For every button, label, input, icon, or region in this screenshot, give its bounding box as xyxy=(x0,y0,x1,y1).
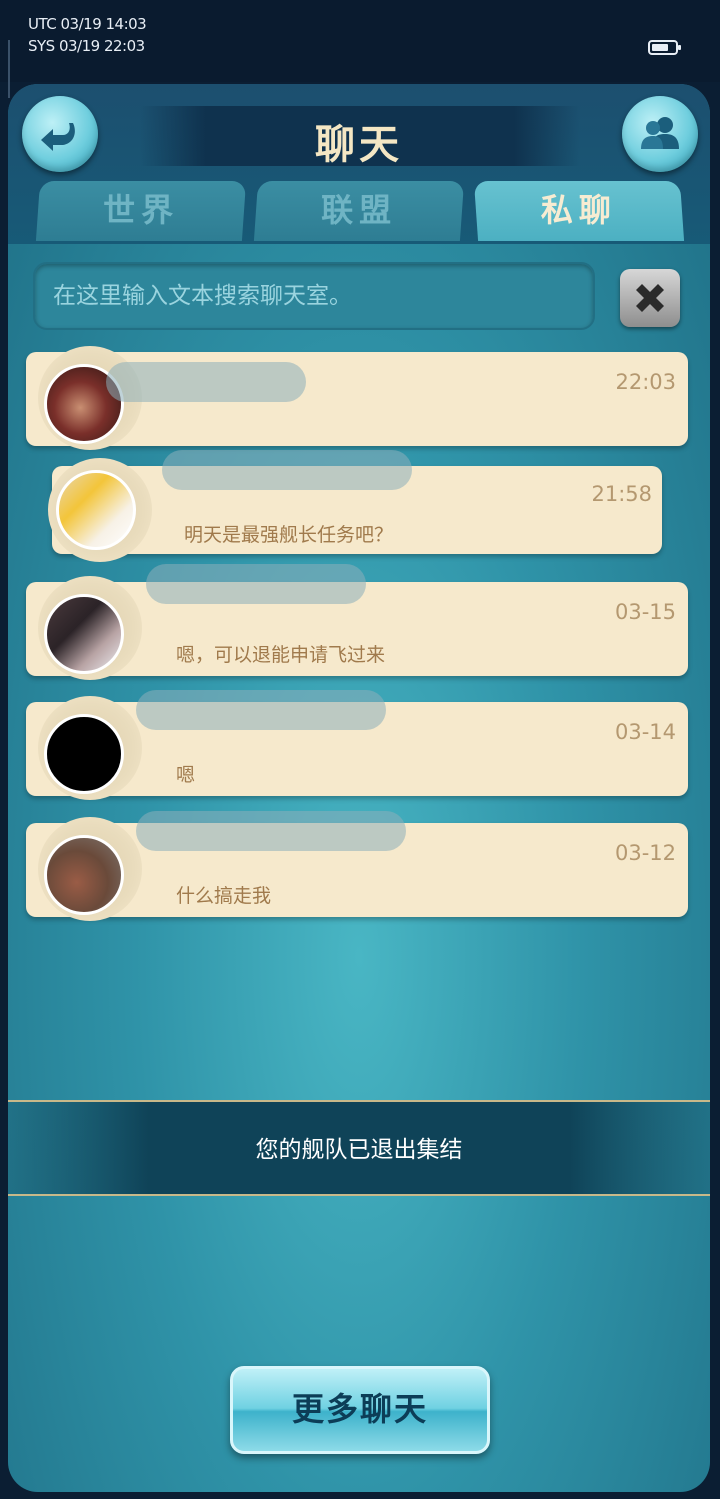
more-chats-button[interactable]: 更多聊天 xyxy=(230,1366,490,1454)
page-title: 聊天 xyxy=(315,122,403,168)
tab-alliance-label: 联盟 xyxy=(321,191,398,229)
chat-item[interactable]: 21:58 明天是最强舰长任务吧？ xyxy=(48,450,662,562)
tab-world[interactable]: 世界 xyxy=(35,181,247,241)
chat-time: 22:03 xyxy=(615,370,676,394)
redacted-name xyxy=(136,811,406,851)
friends-button[interactable] xyxy=(622,96,698,172)
tab-alliance[interactable]: 联盟 xyxy=(253,181,465,241)
battery-icon xyxy=(648,40,681,55)
chat-message: 什么搞走我 xyxy=(176,885,272,907)
chat-time: 03-12 xyxy=(614,841,676,865)
redacted-name xyxy=(146,564,366,604)
chat-time: 03-14 xyxy=(614,720,676,744)
friends-icon xyxy=(641,117,679,149)
chat-item[interactable]: 03-15 嗯，可以退能申请飞过来 xyxy=(26,564,688,680)
chat-message: 嗯 xyxy=(176,764,196,786)
chat-panel: 聊天 世界 联盟 私聊 在这里输入文本搜索聊天室。 22:03 21:58 明天… xyxy=(8,84,710,1492)
panel-header: 聊天 世界 联盟 私聊 xyxy=(8,84,710,244)
tab-private[interactable]: 私聊 xyxy=(473,181,685,241)
back-arrow-icon xyxy=(41,123,75,151)
sys-time: SYS 03/19 22:03 xyxy=(28,37,145,55)
redacted-name xyxy=(162,450,412,490)
redacted-name xyxy=(136,690,386,730)
close-icon xyxy=(636,284,664,312)
chat-item[interactable]: 03-12 什么搞走我 xyxy=(26,811,688,921)
search-input[interactable]: 在这里输入文本搜索聊天室。 xyxy=(33,262,595,330)
notice-banner: 您的舰队已退出集结 xyxy=(8,1100,710,1196)
chat-message: 嗯，可以退能申请飞过来 xyxy=(176,644,386,666)
tab-private-label: 私聊 xyxy=(540,191,617,229)
chat-item[interactable]: 03-14 嗯 xyxy=(26,690,688,800)
utc-time: UTC 03/19 14:03 xyxy=(28,15,147,33)
chat-time: 21:58 xyxy=(591,482,652,506)
avatar xyxy=(44,714,124,794)
avatar xyxy=(44,835,124,915)
status-bar: UTC 03/19 14:03 SYS 03/19 22:03 xyxy=(0,0,720,98)
tab-world-label: 世界 xyxy=(103,191,180,229)
chat-item[interactable]: 22:03 xyxy=(26,346,688,450)
redacted-name xyxy=(106,362,306,402)
avatar xyxy=(56,470,136,550)
chat-message: 明天是最强舰长任务吧？ xyxy=(184,524,394,546)
avatar xyxy=(44,594,124,674)
clear-search-button[interactable] xyxy=(620,269,680,327)
chat-time: 03-15 xyxy=(614,600,676,624)
notice-text: 您的舰队已退出集结 xyxy=(255,1137,463,1163)
back-button[interactable] xyxy=(22,96,98,172)
